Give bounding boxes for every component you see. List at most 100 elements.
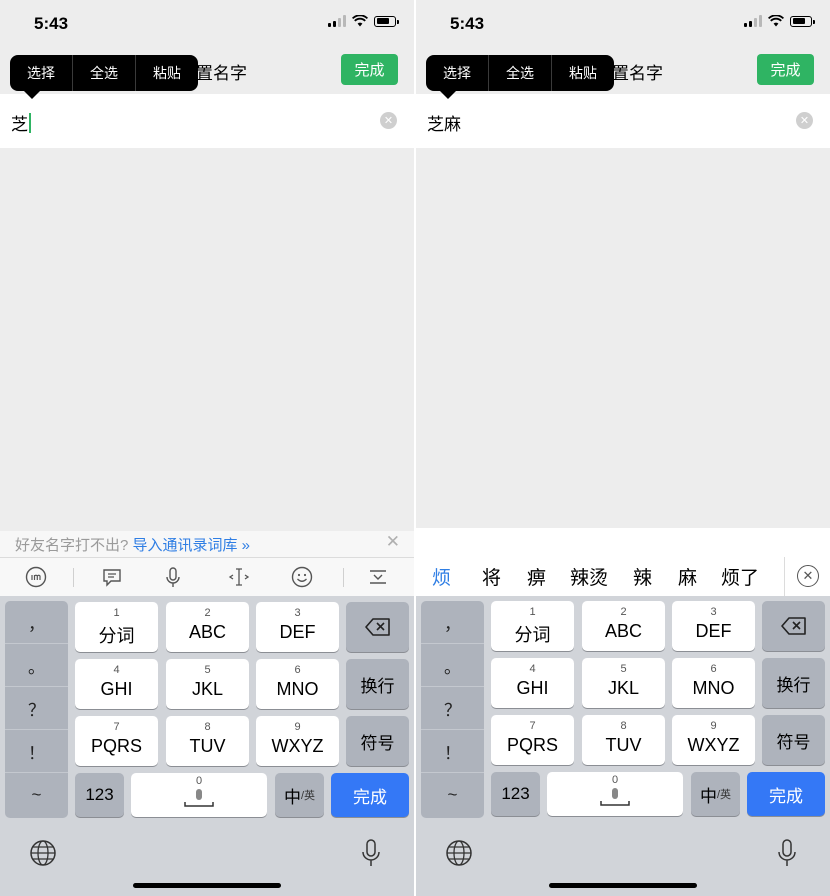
key-8[interactable]: 8 TUV [166, 716, 249, 766]
punctuation-key[interactable]: ， [421, 601, 484, 644]
wifi-icon [768, 15, 784, 27]
punctuation-key[interactable]: ~ [421, 773, 484, 816]
punctuation-key[interactable]: ~ [5, 773, 68, 816]
select-all-menu-item[interactable]: 全选 [488, 55, 551, 91]
candidate-item[interactable]: 烦 [432, 563, 451, 590]
chinese-english-switch-key[interactable]: 中/英 [691, 772, 740, 816]
text-cursor-icon[interactable] [226, 564, 252, 590]
key-2[interactable]: 2 ABC [166, 602, 249, 652]
edit-menu: 选择 全选 粘贴 [10, 55, 198, 99]
candidate-separator [784, 557, 785, 596]
globe-icon[interactable] [29, 839, 57, 872]
emoji-icon[interactable] [289, 564, 315, 590]
numbers-key[interactable]: 123 [491, 772, 540, 816]
globe-icon[interactable] [445, 839, 473, 872]
punctuation-key[interactable]: ！ [421, 730, 484, 773]
clear-text-icon[interactable]: ✕ [380, 112, 397, 129]
import-contacts-link[interactable]: 导入通讯录词库 » [133, 537, 251, 554]
punctuation-column[interactable]: ， 。 ？ ！ ~ [421, 601, 484, 818]
punctuation-key[interactable]: 。 [5, 644, 68, 687]
select-menu-item[interactable]: 选择 [426, 55, 488, 91]
paste-menu-item[interactable]: 粘贴 [135, 55, 198, 91]
key-8[interactable]: 8 TUV [582, 715, 665, 765]
candidate-item[interactable]: 烦了 [721, 563, 759, 590]
space-mic-icon [184, 789, 214, 807]
select-menu-item[interactable]: 选择 [10, 55, 72, 91]
paste-menu-item[interactable]: 粘贴 [551, 55, 614, 91]
punctuation-key[interactable]: ！ [5, 730, 68, 773]
microphone-icon[interactable] [160, 564, 186, 590]
keyboard-done-key[interactable]: 完成 [331, 773, 409, 817]
cellular-signal-icon [744, 15, 762, 27]
cellular-signal-icon [328, 15, 346, 27]
punctuation-key[interactable]: ？ [5, 687, 68, 730]
key-6[interactable]: 6 MNO [672, 658, 755, 708]
punctuation-key[interactable]: 。 [421, 644, 484, 687]
nav-title: 置名字 [196, 64, 247, 83]
dictation-mic-icon[interactable] [360, 838, 382, 873]
key-9[interactable]: 9 WXYZ [672, 715, 755, 765]
newline-key[interactable]: 换行 [346, 659, 409, 709]
key-2[interactable]: 2 ABC [582, 601, 665, 651]
candidate-item[interactable]: 麻 [678, 563, 697, 590]
keyboard-done-key[interactable]: 完成 [747, 772, 825, 816]
punctuation-column[interactable]: ， 。 ？ ！ ~ [5, 601, 68, 818]
name-input-field[interactable]: 芝 ✕ [0, 94, 414, 148]
key-5[interactable]: 5 JKL [166, 659, 249, 709]
backspace-icon [780, 617, 806, 635]
space-key[interactable]: 0 [547, 772, 683, 816]
candidate-item[interactable]: 将 [482, 563, 501, 590]
keyboard: ， 。 ？ ！ ~ 1 分词 2 ABC 3 DEF 4 GHI 5 JKL 6 MNO 换… [0, 596, 414, 896]
backspace-key[interactable] [762, 601, 825, 651]
text-caret [29, 113, 31, 133]
candidate-top-strip [416, 528, 830, 558]
status-time: 5:43 [450, 14, 485, 33]
toolbar-separator [73, 568, 74, 587]
done-button[interactable]: 完成 [757, 54, 814, 85]
left-screen: 5:43 置名字 完成 选择 全选 粘贴 芝 ✕ 好友名字打不出? 导入通讯录词… [0, 0, 414, 896]
key-4[interactable]: 4 GHI [75, 659, 158, 709]
status-time: 5:43 [34, 14, 69, 33]
ime-toolbar [0, 557, 414, 597]
name-input-field[interactable]: 芝麻 ✕ [416, 94, 830, 148]
battery-icon [374, 15, 399, 27]
select-all-menu-item[interactable]: 全选 [72, 55, 135, 91]
status-icons [328, 15, 399, 27]
key-1[interactable]: 1 分词 [75, 602, 158, 652]
space-mic-icon [600, 788, 630, 806]
chinese-english-switch-key[interactable]: 中/英 [275, 773, 324, 817]
key-1[interactable]: 1 分词 [491, 601, 574, 651]
punctuation-key[interactable]: ， [5, 601, 68, 644]
newline-key[interactable]: 换行 [762, 658, 825, 708]
right-screen: 5:43 置名字 完成 选择 全选 粘贴 芝麻 ✕ 烦 将 痹 辣烫 辣 麻 烦… [416, 0, 830, 896]
clear-text-icon[interactable]: ✕ [796, 112, 813, 129]
symbols-key[interactable]: 符号 [762, 715, 825, 765]
name-input-text[interactable]: 芝 [11, 110, 31, 135]
backspace-key[interactable] [346, 602, 409, 652]
ime-icon[interactable] [23, 564, 49, 590]
numbers-key[interactable]: 123 [75, 773, 124, 817]
home-indicator [133, 883, 281, 888]
key-4[interactable]: 4 GHI [491, 658, 574, 708]
message-icon[interactable] [99, 564, 125, 590]
key-5[interactable]: 5 JKL [582, 658, 665, 708]
done-button[interactable]: 完成 [341, 54, 398, 85]
key-7[interactable]: 7 PQRS [75, 716, 158, 766]
name-input-text[interactable]: 芝麻 [427, 110, 461, 135]
candidate-item[interactable]: 辣 [633, 563, 652, 590]
punctuation-key[interactable]: ？ [421, 687, 484, 730]
space-key[interactable]: 0 [131, 773, 267, 817]
close-candidates-icon[interactable]: ✕ [797, 565, 819, 587]
key-9[interactable]: 9 WXYZ [256, 716, 339, 766]
hint-close-icon[interactable]: ✕ [386, 532, 400, 552]
collapse-keyboard-icon[interactable] [365, 564, 391, 590]
backspace-icon [364, 618, 390, 636]
key-3[interactable]: 3 DEF [256, 602, 339, 652]
key-7[interactable]: 7 PQRS [491, 715, 574, 765]
candidate-item[interactable]: 痹 [527, 563, 546, 590]
candidate-item[interactable]: 辣烫 [570, 563, 608, 590]
key-6[interactable]: 6 MNO [256, 659, 339, 709]
dictation-mic-icon[interactable] [776, 838, 798, 873]
symbols-key[interactable]: 符号 [346, 716, 409, 766]
key-3[interactable]: 3 DEF [672, 601, 755, 651]
